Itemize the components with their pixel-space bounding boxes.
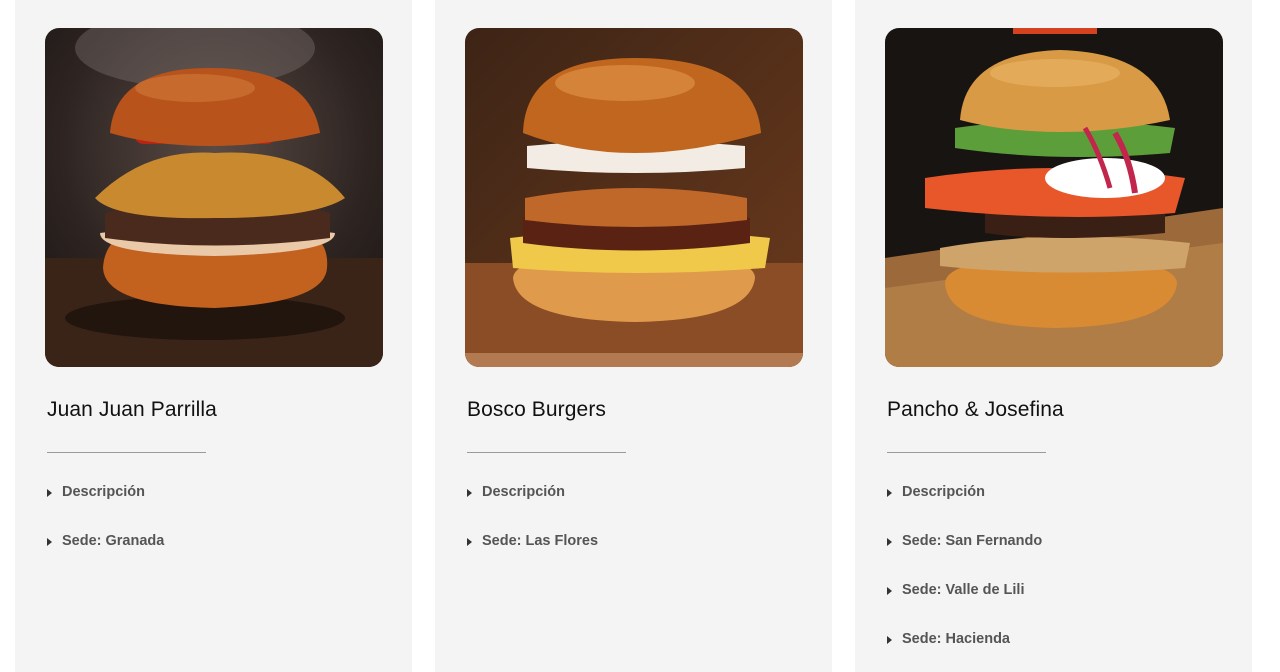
restaurant-card-pancho-josefina: Pancho & Josefina Descripción Sede: San …: [855, 0, 1252, 672]
burger-photo-icon[interactable]: [45, 28, 383, 367]
caret-right-icon: [887, 636, 892, 644]
caret-right-icon: [887, 538, 892, 546]
description-link[interactable]: Descripción: [467, 484, 598, 533]
location-link-san-fernando[interactable]: Sede: San Fernando: [887, 533, 1042, 582]
location-link-hacienda[interactable]: Sede: Hacienda: [887, 631, 1042, 672]
burger-photo-icon[interactable]: [885, 28, 1223, 367]
card-link-list: Descripción Sede: San Fernando Sede: Val…: [887, 484, 1042, 672]
card-title: Bosco Burgers: [467, 398, 607, 421]
restaurant-card-bosco-burgers: Bosco Burgers Descripción Sede: Las Flor…: [435, 0, 832, 672]
title-divider: [887, 452, 1046, 453]
title-divider: [467, 452, 626, 453]
caret-right-icon: [467, 489, 472, 497]
caret-right-icon: [467, 538, 472, 546]
card-title: Juan Juan Parrilla: [47, 398, 217, 421]
caret-right-icon: [887, 587, 892, 595]
card-title: Pancho & Josefina: [887, 398, 1064, 421]
card-link-list: Descripción Sede: Granada: [47, 484, 164, 582]
description-link[interactable]: Descripción: [47, 484, 164, 533]
location-link-valle-de-lili[interactable]: Sede: Valle de Lili: [887, 582, 1042, 631]
restaurant-grid: Juan Juan Parrilla Descripción Sede: Gra…: [0, 0, 1280, 672]
caret-right-icon: [47, 489, 52, 497]
location-link-granada[interactable]: Sede: Granada: [47, 533, 164, 582]
burger-photo-icon[interactable]: [465, 28, 803, 367]
location-link-las-flores[interactable]: Sede: Las Flores: [467, 533, 598, 582]
title-divider: [47, 452, 206, 453]
description-link[interactable]: Descripción: [887, 484, 1042, 533]
restaurant-card-juan-juan-parrilla: Juan Juan Parrilla Descripción Sede: Gra…: [15, 0, 412, 672]
card-link-list: Descripción Sede: Las Flores: [467, 484, 598, 582]
caret-right-icon: [887, 489, 892, 497]
caret-right-icon: [47, 538, 52, 546]
